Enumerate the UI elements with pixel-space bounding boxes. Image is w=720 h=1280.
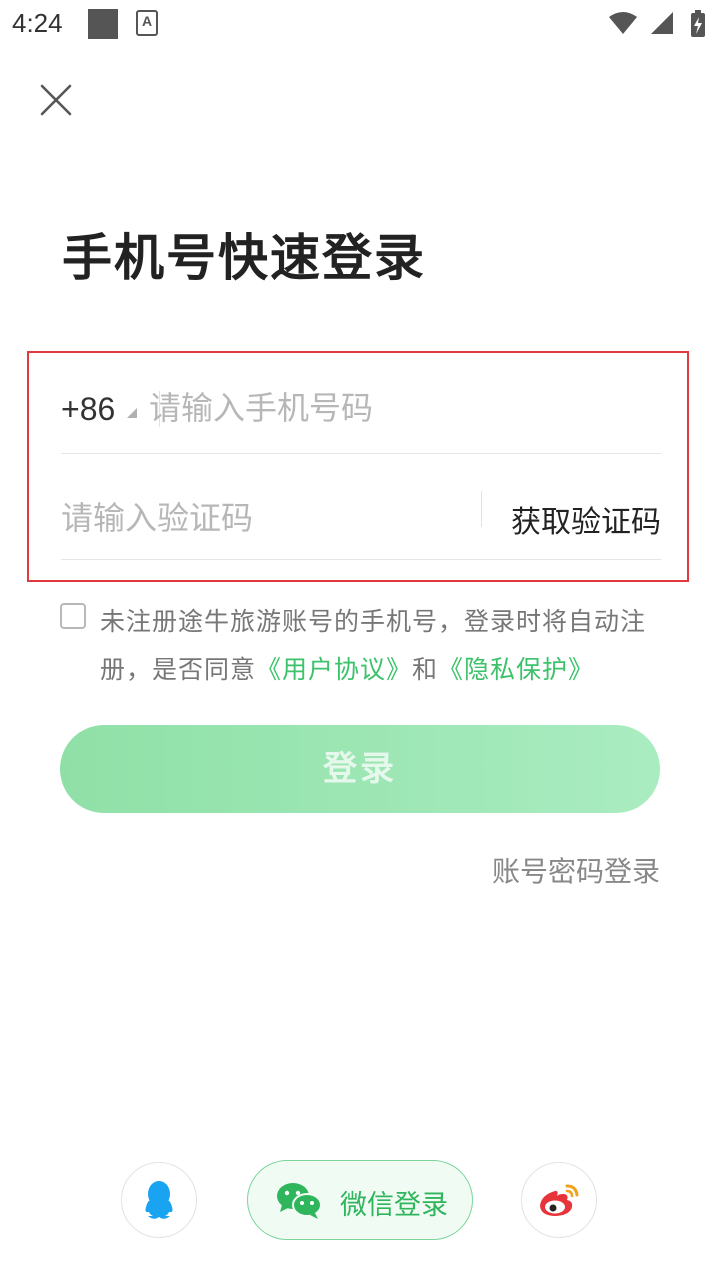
privacy-link[interactable]: 《隐私保护》 xyxy=(438,655,594,684)
notification-square-icon xyxy=(88,9,118,39)
status-bar: 4:24 A xyxy=(0,0,720,50)
status-time: 4:24 xyxy=(12,8,63,38)
status-icons xyxy=(608,10,706,38)
password-login-link[interactable]: 账号密码登录 xyxy=(492,850,660,890)
user-agreement-link[interactable]: 《用户协议》 xyxy=(256,655,412,684)
qq-login-button[interactable] xyxy=(121,1162,197,1238)
verification-code-input[interactable] xyxy=(61,493,471,543)
page-title: 手机号快速登录 xyxy=(62,229,426,287)
phone-input[interactable] xyxy=(149,383,609,433)
divider xyxy=(481,491,482,527)
qq-icon xyxy=(145,1181,173,1219)
login-form: +86 获取验证码 xyxy=(27,351,689,582)
weibo-icon xyxy=(540,1184,579,1216)
battery-charging-icon xyxy=(691,10,705,37)
signal-icon xyxy=(650,12,673,34)
agreement-text: 未注册途牛旅游账号的手机号，登录时将自动注册，是否同意《用户协议》和《隐私保护》 xyxy=(100,598,670,694)
country-code-select[interactable]: +86 xyxy=(61,391,115,428)
a-text-icon: A xyxy=(136,10,158,36)
agreement-and: 和 xyxy=(412,655,439,684)
caret-down-icon xyxy=(127,408,137,418)
agreement-checkbox[interactable] xyxy=(60,603,86,629)
wifi-icon xyxy=(608,12,637,34)
login-button[interactable]: 登录 xyxy=(60,725,660,813)
wechat-icon xyxy=(277,1183,322,1219)
weibo-login-button[interactable] xyxy=(521,1162,597,1238)
wechat-login-button[interactable]: 微信登录 xyxy=(247,1160,473,1240)
close-icon[interactable] xyxy=(36,80,76,120)
wechat-login-label: 微信登录 xyxy=(340,1190,448,1221)
get-code-button[interactable]: 获取验证码 xyxy=(511,497,661,541)
